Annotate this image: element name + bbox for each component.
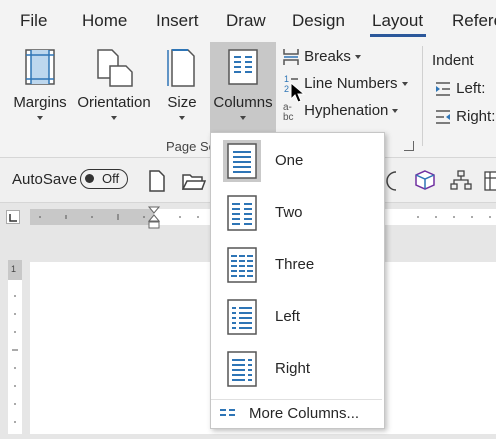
smartart-icon[interactable] [450, 170, 472, 190]
hyphenation-label: Hyphenation [304, 101, 389, 119]
two-columns-icon [227, 195, 257, 231]
indent-marker-icon[interactable] [148, 206, 160, 230]
more-columns-icon [220, 409, 235, 416]
active-tab-indicator [370, 34, 426, 37]
tab-references[interactable]: Refere [452, 11, 496, 31]
circle-icon[interactable] [386, 171, 398, 191]
chevron-down-icon [240, 116, 246, 120]
open-folder-icon[interactable] [182, 171, 206, 191]
columns-option-right[interactable]: Right [211, 343, 382, 395]
left-tab-icon [9, 214, 17, 222]
chevron-down-icon [401, 82, 408, 86]
group-separator [422, 46, 423, 146]
indent-right-label: Right: [456, 108, 496, 125]
breaks-icon [283, 49, 299, 66]
option-label: Two [275, 204, 303, 221]
svg-text:1: 1 [284, 74, 289, 84]
vertical-ruler: 1 [8, 260, 22, 434]
breaks-label: Breaks [304, 48, 351, 65]
table-icon[interactable] [484, 171, 496, 191]
indent-left-label: Left: [456, 80, 486, 97]
indent-left-field[interactable]: Left: [434, 80, 485, 97]
hyphenation-button[interactable]: a- bc Hyphenation [282, 101, 399, 123]
indent-right-icon [436, 110, 450, 124]
tab-insert[interactable]: Insert [156, 11, 199, 31]
orientation-button[interactable]: Orientation [74, 46, 154, 134]
tab-layout[interactable]: Layout [372, 11, 423, 31]
chevron-down-icon [111, 116, 117, 120]
breaks-button[interactable]: Breaks [282, 48, 361, 66]
more-columns-label: More Columns... [249, 405, 360, 422]
page-setup-group-label: Page Se [166, 139, 216, 154]
toggle-knob [85, 174, 94, 183]
left-column-icon [227, 299, 257, 335]
line-numbers-label: Line Numbers [304, 74, 398, 92]
hyphenation-icon: a- bc [283, 102, 294, 123]
chevron-down-icon [392, 109, 399, 113]
right-column-icon [227, 351, 257, 387]
chevron-down-icon [179, 116, 185, 120]
option-label: Right [275, 360, 311, 377]
new-document-icon[interactable] [148, 170, 166, 192]
columns-option-three[interactable]: Three [211, 239, 382, 291]
svg-text:1: 1 [11, 264, 16, 274]
tab-design[interactable]: Design [292, 11, 345, 31]
autosave-label: AutoSave [12, 171, 78, 188]
orientation-icon [97, 49, 133, 87]
indent-right-field[interactable]: Right: [434, 108, 495, 125]
margins-button[interactable]: Margins [8, 46, 72, 134]
option-label: One [275, 152, 304, 169]
columns-label: Columns [213, 94, 273, 111]
ribbon-tab-bar: File Home Insert Draw Design Layout Refe… [0, 0, 496, 42]
tab-file[interactable]: File [20, 11, 47, 31]
size-label: Size [167, 94, 197, 111]
vertical-ruler-ticks: 1 [8, 260, 22, 423]
indent-left-icon [436, 82, 450, 96]
autosave-state: Off [102, 171, 120, 186]
size-icon [167, 49, 195, 87]
autosave-toggle[interactable]: Off [80, 169, 128, 189]
option-label: Three [275, 256, 315, 273]
tab-home[interactable]: Home [82, 11, 127, 31]
orientation-label: Orientation [77, 94, 151, 111]
columns-option-left[interactable]: Left [211, 291, 382, 343]
dialog-launcher-icon[interactable] [404, 141, 414, 151]
columns-option-one[interactable]: One [211, 135, 382, 187]
svg-text:2: 2 [284, 84, 289, 94]
three-columns-icon [227, 247, 257, 283]
mouse-cursor-icon [290, 82, 306, 103]
margins-label: Margins [13, 94, 67, 111]
chevron-down-icon [354, 55, 361, 60]
more-columns-button[interactable]: More Columns... [211, 399, 382, 426]
option-label: Left [275, 308, 301, 325]
indent-title: Indent [432, 52, 474, 69]
3d-model-icon[interactable] [414, 169, 436, 191]
columns-option-two[interactable]: Two [211, 187, 382, 239]
columns-dropdown-menu: One Two Three Left Right More Columns... [210, 132, 385, 429]
tab-selector-icon[interactable] [6, 210, 20, 224]
chevron-down-icon [37, 116, 43, 120]
margins-icon [25, 49, 55, 85]
size-button[interactable]: Size [158, 46, 206, 134]
one-column-icon [223, 140, 261, 182]
columns-button[interactable]: Columns [210, 42, 276, 134]
columns-icon [228, 49, 258, 85]
svg-text:bc: bc [283, 112, 294, 121]
tab-draw[interactable]: Draw [226, 11, 266, 31]
